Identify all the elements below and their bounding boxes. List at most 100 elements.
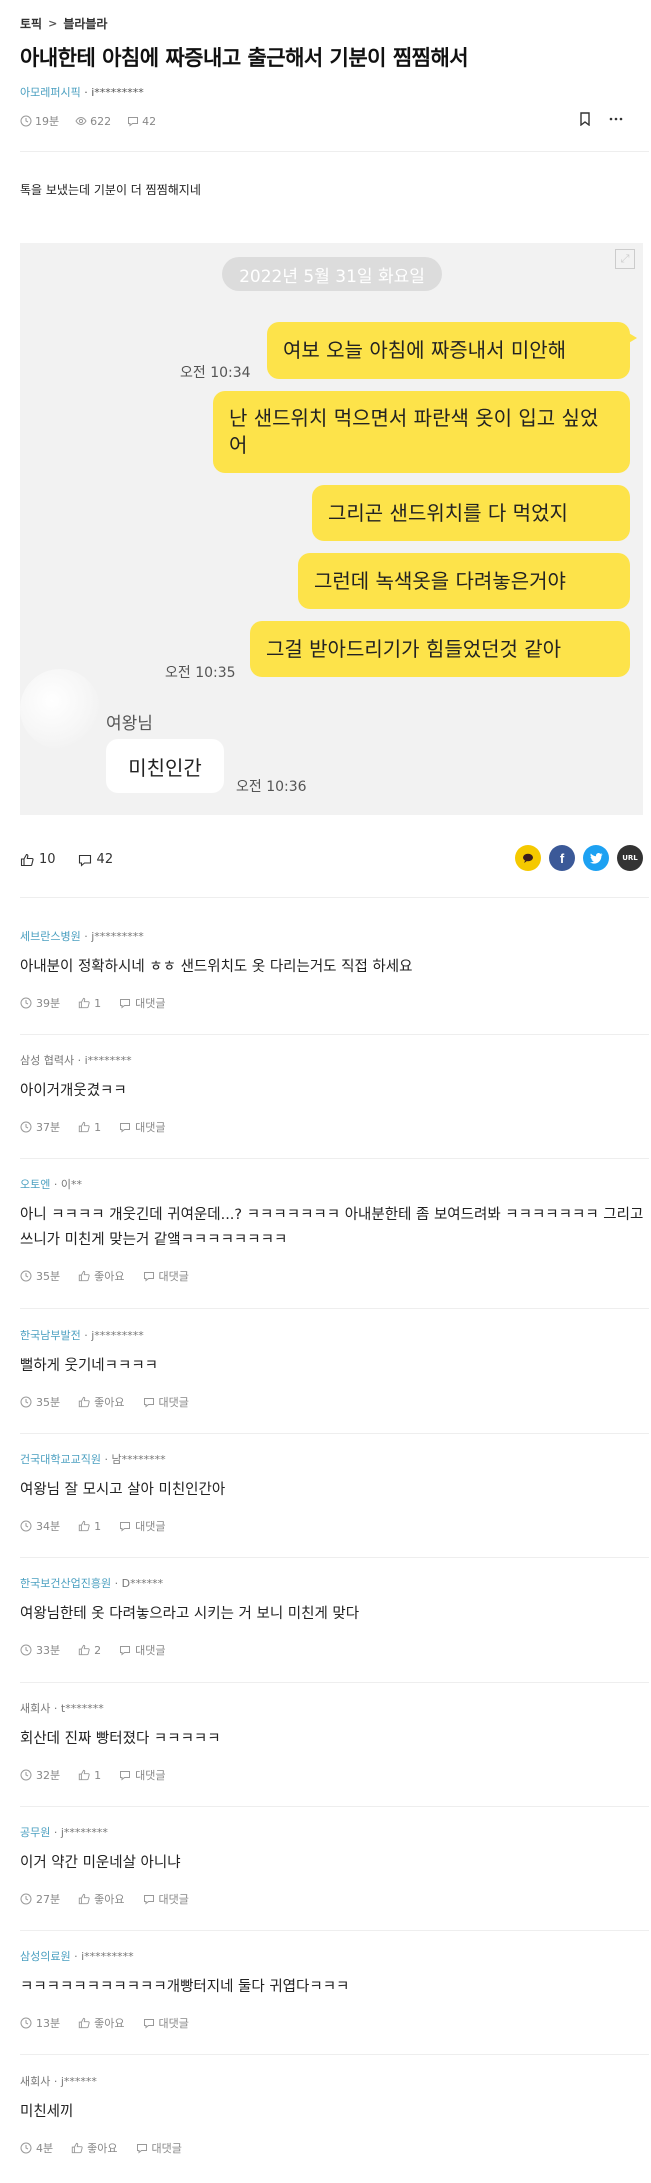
comment-footer: 34분 1 대댓글 (20, 1518, 649, 1534)
speech-bubble-icon (120, 1123, 131, 1133)
comment-reply-label: 대댓글 (158, 1270, 189, 1283)
comment-time-value: 4분 (36, 2142, 54, 2155)
comment-company[interactable]: 삼성 협력사 (20, 1054, 74, 1067)
clock-icon (20, 1644, 32, 1656)
speech-bubble-icon (143, 1398, 154, 1408)
post-time: 19분 (20, 113, 59, 129)
comment-company[interactable]: 새회사 (20, 1702, 50, 1715)
breadcrumb-topic[interactable]: 토픽 (20, 15, 42, 32)
thumbs-up-icon (78, 1396, 90, 1408)
speech-bubble-icon (78, 854, 91, 867)
post-views-value: 622 (90, 114, 112, 128)
comment-like-button[interactable]: 좋아요 (78, 1268, 125, 1284)
comment-like-button[interactable]: 좋아요 (78, 2015, 125, 2031)
comment-like-button[interactable]: 좋아요 (78, 1394, 125, 1410)
facebook-icon[interactable]: f (549, 845, 575, 871)
comment-like-button[interactable]: 좋아요 (71, 2140, 118, 2156)
comment: 새회사 · t******* 회산데 진짜 빵터졌다 ㅋㅋㅋㅋㅋ 32분 1 대… (20, 1700, 649, 1783)
post-comments-value: 42 (142, 114, 157, 128)
comment-footer: 37분 1 대댓글 (20, 1119, 649, 1135)
comment-time: 33분 (20, 1642, 60, 1658)
comment-reply-button[interactable]: 대댓글 (119, 995, 166, 1011)
comment-reply-button[interactable]: 대댓글 (119, 1767, 166, 1783)
comment-reply-button[interactable]: 대댓글 (143, 2015, 189, 2031)
comment-company[interactable]: 오토엔 (20, 1178, 50, 1191)
comment: 세브란스병원 · j********* 아내분이 정확하시네 ㅎㅎ 샌드위치도 … (20, 928, 649, 1011)
thumbs-up-icon (71, 2142, 83, 2154)
comment-like-button[interactable]: 1 (78, 1518, 101, 1534)
comment-author: 오토엔 · 이** (20, 1176, 649, 1191)
comment-author-separator: · (74, 1054, 85, 1067)
comment-company[interactable]: 건국대학교교직원 (20, 1453, 101, 1466)
comment-company[interactable]: 삼성의료원 (20, 1950, 71, 1963)
comment-like-value: 2 (94, 1643, 102, 1657)
chat-message: 난 샌드위치 먹으면서 파란색 옷이 입고 싶었어 (213, 391, 630, 473)
url-copy-button[interactable]: URL (617, 845, 643, 871)
comment-reply-button[interactable]: 대댓글 (143, 1891, 189, 1907)
comment-company[interactable]: 한국보건산업진흥원 (20, 1577, 111, 1590)
thumbs-up-icon (78, 1769, 90, 1781)
comment: 새회사 · j****** 미친세끼 4분 좋아요 대댓글 (20, 2073, 649, 2156)
comment-reply-button[interactable]: 대댓글 (143, 1268, 189, 1284)
divider (20, 1433, 649, 1434)
comment-reply-button[interactable]: 대댓글 (119, 1642, 166, 1658)
thumbs-up-icon (78, 2017, 90, 2029)
comment-author-separator: · (80, 930, 92, 943)
comment-reply-label: 대댓글 (151, 2142, 182, 2155)
comment-author-separator: · (50, 1702, 61, 1715)
clock-icon (20, 1520, 32, 1532)
comment-like-value: 1 (94, 1120, 102, 1134)
comment-like-button[interactable]: 좋아요 (78, 1891, 125, 1907)
chat-message: 그걸 받아드리기가 힘들었던것 같아 (250, 621, 630, 677)
post-title: 아내한테 아침에 짜증내고 출근해서 기분이 찜찜해서 (20, 46, 469, 70)
comment-author-separator: · (70, 1950, 82, 1963)
more-icon[interactable] (609, 112, 623, 126)
comment-author: 삼성 협력사 · i******** (20, 1052, 649, 1067)
divider (20, 1557, 649, 1558)
post-body: 톡을 보냈는데 기분이 더 찜찜해지네 (20, 183, 201, 197)
divider (20, 1682, 649, 1683)
twitter-icon[interactable] (583, 845, 609, 871)
comment-reply-button[interactable]: 대댓글 (143, 1394, 189, 1410)
comment-reply-button[interactable]: 대댓글 (119, 1518, 166, 1534)
bookmark-icon[interactable] (579, 112, 591, 126)
comment-like-button[interactable]: 2 (78, 1642, 101, 1658)
comment-text: 아이거개웃겼ㅋㅋ (20, 1083, 127, 1099)
divider (20, 1308, 649, 1309)
kakao-icon[interactable] (515, 845, 541, 871)
clock-icon (20, 1396, 32, 1408)
comment-count-button[interactable]: 42 (78, 852, 113, 867)
breadcrumb: 토픽 > 블라블라 (20, 15, 107, 32)
thumbs-up-icon (78, 1893, 90, 1905)
chat-reply: 미친인간 (106, 739, 224, 793)
clock-icon (20, 1769, 32, 1781)
comment-company[interactable]: 공무원 (20, 1826, 50, 1839)
comment-like-button[interactable]: 1 (78, 995, 101, 1011)
author-company[interactable]: 아모레퍼시픽 (20, 86, 81, 99)
comment-reply-button[interactable]: 대댓글 (119, 1119, 166, 1135)
comment-author-separator: · (100, 1453, 112, 1466)
comment-reply-label: 대댓글 (158, 2017, 189, 2030)
comment-author: 한국남부발전 · j********* (20, 1327, 649, 1342)
comment-text: 아내분이 정확하시네 ㅎㅎ 샌드위치도 옷 다리는거도 직접 하세요 (20, 959, 413, 975)
comment-company[interactable]: 세브란스병원 (20, 930, 81, 943)
comment-time: 35분 (20, 1268, 60, 1284)
chat-time: 오전 10:34 (180, 365, 251, 381)
comment-company[interactable]: 새회사 (20, 2075, 50, 2088)
comment-reply-button[interactable]: 대댓글 (136, 2140, 182, 2156)
comment-like-button[interactable]: 1 (78, 1119, 101, 1135)
speech-bubble-icon (120, 1646, 131, 1656)
comment-like-value: 좋아요 (87, 2142, 118, 2155)
expand-icon[interactable]: ⤢ (615, 249, 635, 269)
comment-author: 삼성의료원 · i********* (20, 1948, 649, 1963)
comment-company[interactable]: 한국남부발전 (20, 1329, 81, 1342)
divider (20, 897, 649, 898)
comment-text: 회산데 진짜 빵터졌다 ㅋㅋㅋㅋㅋ (20, 1731, 221, 1747)
comment-author: 세브란스병원 · j********* (20, 928, 649, 943)
comment-footer: 32분 1 대댓글 (20, 1767, 649, 1783)
comment-like-button[interactable]: 1 (78, 1767, 101, 1783)
like-button[interactable]: 10 (20, 852, 56, 867)
chat-image[interactable]: ⤢ 2022년 5월 31일 화요일 여보 오늘 아침에 짜증내서 미안해 오전… (20, 243, 643, 815)
comment-like-value: 좋아요 (94, 1396, 125, 1409)
breadcrumb-board[interactable]: 블라블라 (63, 15, 107, 32)
